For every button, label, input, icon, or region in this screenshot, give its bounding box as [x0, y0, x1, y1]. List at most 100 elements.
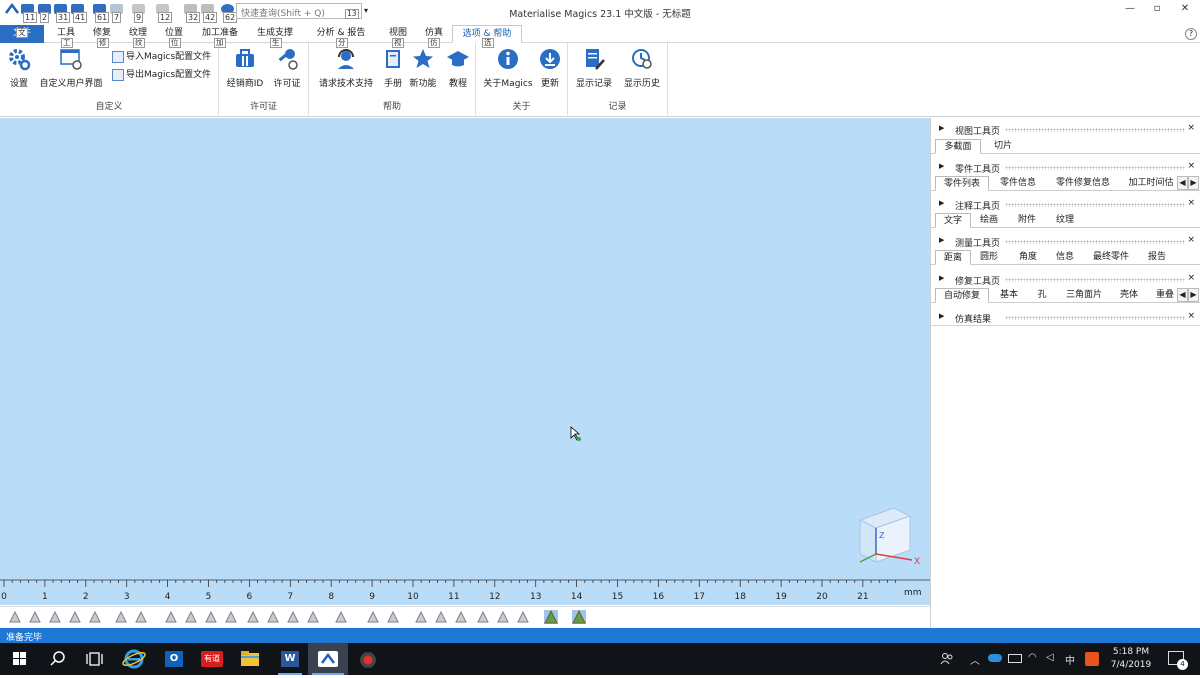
section-header-parts[interactable]: ▶ 零件工具页 ×	[931, 161, 1200, 175]
magics-taskbar-icon[interactable]	[308, 643, 348, 675]
search-icon[interactable]	[38, 643, 78, 675]
update-button[interactable]: 更新	[538, 47, 562, 89]
drag-grip[interactable]	[1005, 203, 1185, 207]
drag-grip[interactable]	[1005, 240, 1185, 244]
measure-icon[interactable]	[286, 610, 300, 624]
license-button[interactable]: 许可证	[269, 47, 305, 89]
expand-arrow-icon[interactable]: ▶	[939, 236, 944, 244]
people-icon[interactable]	[940, 652, 954, 669]
tab-texture[interactable]: 纹理	[1049, 213, 1081, 228]
expand-arrow-icon[interactable]: ▶	[939, 312, 944, 320]
maximize-button[interactable]: ▫	[1147, 3, 1167, 18]
tab-build-time[interactable]: 加工时间估	[1123, 176, 1179, 191]
tab-auto-fix[interactable]: 自动修复	[935, 288, 989, 303]
scroll-right-button[interactable]: ▶	[1188, 176, 1199, 190]
measure-icon[interactable]	[306, 610, 320, 624]
marked-triangle-icon[interactable]	[572, 609, 586, 624]
onedrive-icon[interactable]	[988, 654, 1002, 662]
triangle-icon[interactable]	[414, 610, 428, 624]
section-header-fix[interactable]: ▶ 修复工具页 ×	[931, 273, 1200, 287]
new-features-button[interactable]: 新功能	[407, 47, 439, 89]
zoom-icon[interactable]	[8, 610, 22, 624]
wifi-icon[interactable]: ◠	[1028, 652, 1037, 663]
select-icon[interactable]	[334, 610, 348, 624]
show-log-button[interactable]: 显示记录	[574, 47, 614, 89]
battery-icon[interactable]	[1008, 654, 1022, 663]
tab-info[interactable]: 信息	[1049, 250, 1081, 265]
recorder-icon[interactable]	[348, 643, 388, 675]
tech-support-button[interactable]: 请求技术支持	[313, 47, 379, 89]
triangle-icon[interactable]	[516, 610, 530, 624]
3d-viewport[interactable]: Z X ⋮	[0, 118, 936, 578]
scroll-left-button[interactable]: ◀	[1177, 176, 1188, 190]
expand-arrow-icon[interactable]: ▶	[939, 199, 944, 207]
task-view-icon[interactable]	[74, 643, 114, 675]
part-view-icon[interactable]	[134, 610, 148, 624]
tab-triangle[interactable]: 三角面片	[1059, 288, 1109, 303]
shade-icon[interactable]	[184, 610, 198, 624]
internet-explorer-icon[interactable]	[114, 643, 154, 675]
pan-icon[interactable]	[48, 610, 62, 624]
manual-button[interactable]: 手册	[381, 47, 405, 89]
expand-arrow-icon[interactable]: ▶	[939, 162, 944, 170]
tab-slice[interactable]: 切片	[983, 139, 1023, 154]
show-history-button[interactable]: 显示历史	[622, 47, 662, 89]
tab-report[interactable]: 报告	[1141, 250, 1173, 265]
expand-arrow-icon[interactable]: ▶	[939, 274, 944, 282]
help-button[interactable]: ?	[1185, 28, 1197, 40]
triangle-icon[interactable]	[454, 610, 468, 624]
triangle-icon[interactable]	[476, 610, 490, 624]
export-config-button[interactable]: 导出Magics配置文件	[112, 67, 211, 81]
tab-part-fix-info[interactable]: 零件修复信息	[1049, 176, 1117, 191]
close-button[interactable]: ✕	[1175, 3, 1195, 18]
tab-shell[interactable]: 壳体	[1115, 288, 1143, 303]
zoom-window-icon[interactable]	[28, 610, 42, 624]
triangle-icon[interactable]	[434, 610, 448, 624]
shade-icon[interactable]	[164, 610, 178, 624]
tab-final-part[interactable]: 最终零件	[1087, 250, 1135, 265]
orientation-cube-icon[interactable]: Z X	[852, 506, 926, 569]
chevron-up-icon[interactable]: ︿	[970, 652, 980, 667]
measure-icon[interactable]	[266, 610, 280, 624]
measure-icon[interactable]	[246, 610, 260, 624]
close-icon[interactable]: ×	[1187, 273, 1195, 283]
tab-hole[interactable]: 孔	[1031, 288, 1053, 303]
import-config-button[interactable]: 导入Magics配置文件	[112, 49, 211, 63]
close-icon[interactable]: ×	[1187, 235, 1195, 245]
windows-start-icon[interactable]	[0, 643, 40, 675]
settings-button[interactable]: 设置	[4, 47, 34, 89]
custom-ui-button[interactable]: 自定义用户界面	[36, 47, 106, 89]
tutorial-button[interactable]: 教程	[445, 47, 471, 89]
reseller-id-button[interactable]: 经销商ID	[225, 47, 265, 89]
tab-draw[interactable]: 绘画	[973, 213, 1005, 228]
tab-part-list[interactable]: 零件列表	[935, 176, 989, 191]
drag-grip[interactable]	[1005, 128, 1185, 132]
youdao-icon[interactable]: 有道	[192, 643, 232, 675]
section-header-measure[interactable]: ▶ 测量工具页 ×	[931, 235, 1200, 249]
triangle-icon[interactable]	[386, 610, 400, 624]
shade-icon[interactable]	[224, 610, 238, 624]
section-header-simulation[interactable]: ▶ 仿真结果 ×	[931, 311, 1200, 325]
drag-grip[interactable]	[1005, 166, 1185, 170]
section-header-view[interactable]: ▶ 视图工具页 ×	[931, 123, 1200, 137]
close-icon[interactable]: ×	[1187, 123, 1195, 133]
word-icon[interactable]: W	[270, 643, 310, 675]
view-cube-icon[interactable]	[88, 610, 102, 624]
tab-basic[interactable]: 基本	[993, 288, 1025, 303]
clock[interactable]: 5:18 PM 7/4/2019	[1106, 647, 1156, 670]
triangle-icon[interactable]	[496, 610, 510, 624]
tab-overlap[interactable]: 重叠	[1153, 288, 1177, 303]
tab-multi-section[interactable]: 多截面	[935, 139, 981, 154]
expand-arrow-icon[interactable]: ▶	[939, 124, 944, 132]
close-icon[interactable]: ×	[1187, 311, 1195, 321]
ime-indicator[interactable]: 中	[1065, 652, 1075, 667]
marked-triangle-icon[interactable]	[544, 609, 558, 624]
outlook-icon[interactable]: O	[154, 643, 194, 675]
zoom-fit-icon[interactable]	[68, 610, 82, 624]
triangle-icon[interactable]	[366, 610, 380, 624]
tab-angle[interactable]: 角度	[1011, 250, 1045, 265]
scroll-right-button[interactable]: ▶	[1188, 288, 1199, 302]
close-icon[interactable]: ×	[1187, 198, 1195, 208]
close-icon[interactable]: ×	[1187, 161, 1195, 171]
drag-grip[interactable]	[1005, 316, 1185, 320]
